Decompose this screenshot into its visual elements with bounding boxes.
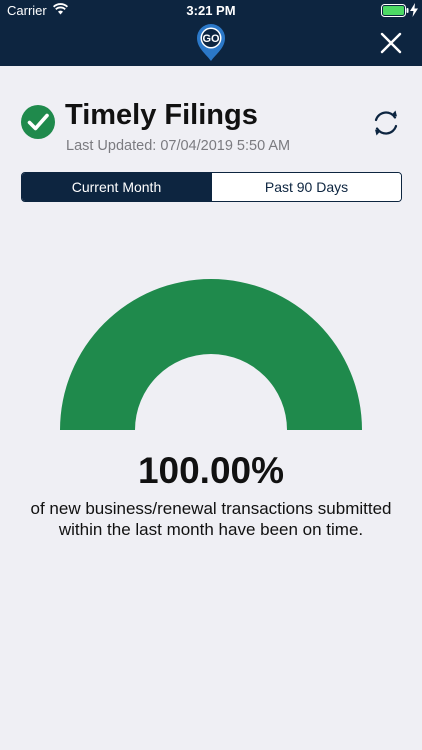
tab-past-90-days[interactable]: Past 90 Days	[211, 173, 401, 201]
gauge-fill-arc	[60, 279, 362, 430]
logo-text: GO	[202, 33, 220, 45]
battery-icon	[381, 4, 409, 17]
period-segmented-control: Current Month Past 90 Days	[21, 172, 402, 202]
refresh-button[interactable]	[368, 105, 404, 141]
status-bar: Carrier 3:21 PM	[0, 0, 422, 22]
percent-value: 100.00%	[137, 450, 285, 491]
close-button[interactable]	[374, 26, 408, 60]
tab-current-month[interactable]: Current Month	[22, 173, 211, 201]
app-header: Carrier 3:21 PM GO	[0, 0, 422, 66]
on-time-gauge	[60, 279, 362, 430]
status-time: 3:21 PM	[186, 3, 236, 18]
check-circle-icon	[21, 105, 55, 139]
percent-description: of new business/renewal transactions sub…	[30, 499, 392, 539]
page-title: Timely Filings	[65, 99, 258, 131]
go-logo-icon: GO	[197, 24, 225, 61]
refresh-icon	[374, 111, 398, 135]
last-updated-label: Last Updated: 07/04/2019 5:50 AM	[66, 138, 291, 154]
charging-bolt-icon	[410, 3, 418, 17]
close-icon	[380, 32, 402, 54]
